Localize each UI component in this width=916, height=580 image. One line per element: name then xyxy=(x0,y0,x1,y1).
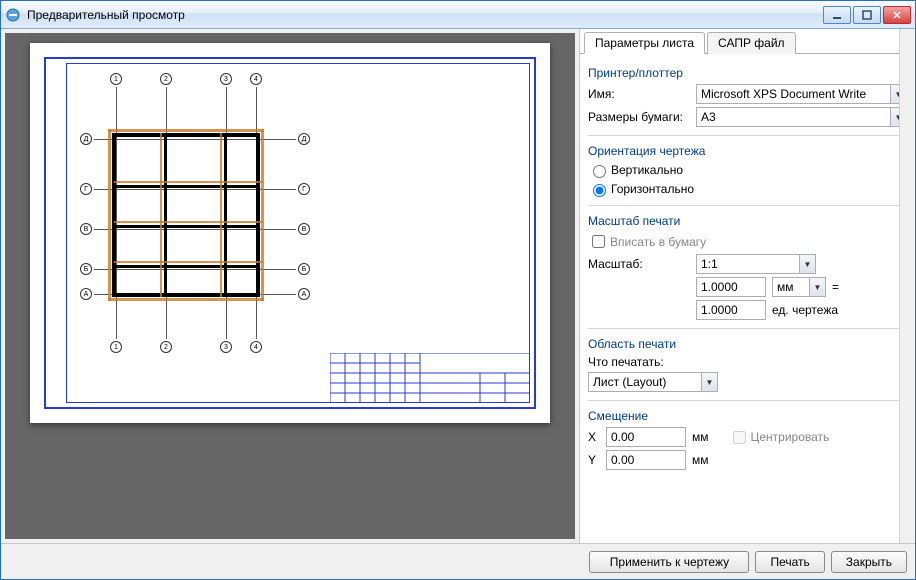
group-printer: Принтер/плоттер xyxy=(588,66,907,80)
chevron-down-icon: ▼ xyxy=(809,278,825,296)
offset-y-unit: мм xyxy=(692,453,709,467)
apply-button[interactable]: Применить к чертежу xyxy=(589,551,749,573)
tab-cad-file[interactable]: САПР файл xyxy=(707,32,796,54)
titlebar[interactable]: Предварительный просмотр xyxy=(1,1,915,29)
center-label: Центрировать xyxy=(751,430,830,444)
tab-strip: Параметры листа САПР файл xyxy=(580,31,915,54)
what-to-print-label: Что печатать: xyxy=(588,355,664,369)
footer: Применить к чертежу Печать Закрыть xyxy=(1,543,915,579)
side-panel: Параметры листа САПР файл Принтер/плотте… xyxy=(579,29,915,543)
chevron-down-icon: ▼ xyxy=(799,255,815,273)
tab-body: Принтер/плоттер Имя: Microsoft XPS Docum… xyxy=(580,54,915,543)
orientation-landscape-radio[interactable] xyxy=(593,184,606,197)
print-button[interactable]: Печать xyxy=(755,551,824,573)
preview-background: 1 2 3 4 1 2 3 4 Д Г В xyxy=(5,33,575,539)
group-orientation: Ориентация чертежа xyxy=(588,144,907,158)
printer-name-combo[interactable]: Microsoft XPS Document Write ▼ xyxy=(696,84,907,104)
orientation-portrait-label: Вертикально xyxy=(611,163,683,177)
scrollbar[interactable] xyxy=(899,29,915,543)
preview-pane: 1 2 3 4 1 2 3 4 Д Г В xyxy=(1,29,579,543)
minimize-button[interactable] xyxy=(823,6,851,24)
maximize-button[interactable] xyxy=(853,6,881,24)
fit-to-paper-label: Вписать в бумагу xyxy=(610,235,706,249)
orientation-landscape-label: Горизонтально xyxy=(611,182,694,196)
chevron-down-icon: ▼ xyxy=(701,373,717,391)
window-title: Предварительный просмотр xyxy=(27,8,823,22)
offset-x-unit: мм xyxy=(692,430,709,444)
close-dialog-button[interactable]: Закрыть xyxy=(831,551,907,573)
scale-unit-combo[interactable]: мм ▼ xyxy=(772,277,826,297)
tab-sheet-params[interactable]: Параметры листа xyxy=(584,32,705,54)
close-button[interactable] xyxy=(883,6,911,24)
offset-y-input[interactable]: 0.00 xyxy=(606,450,686,470)
paper-size-combo[interactable]: A3 ▼ xyxy=(696,107,907,127)
orientation-portrait-radio[interactable] xyxy=(593,165,606,178)
group-print-area: Область печати xyxy=(588,337,907,351)
center-check[interactable] xyxy=(733,431,746,444)
scale-combo[interactable]: 1:1 ▼ xyxy=(696,254,816,274)
scale-numer-input[interactable]: 1.0000 xyxy=(696,277,766,297)
scale-eq: = xyxy=(832,280,839,294)
offset-x-label: X xyxy=(588,430,606,444)
group-offset: Смещение xyxy=(588,409,907,423)
print-preview-window: Предварительный просмотр xyxy=(0,0,916,580)
scale-denom-input[interactable]: 1.0000 xyxy=(696,300,766,320)
print-area-combo[interactable]: Лист (Layout) ▼ xyxy=(588,372,718,392)
preview-sheet[interactable]: 1 2 3 4 1 2 3 4 Д Г В xyxy=(30,43,550,423)
app-icon xyxy=(5,7,21,23)
offset-y-label: Y xyxy=(588,453,606,467)
scale-dwg-unit: ед. чертежа xyxy=(772,303,838,317)
fit-to-paper-check[interactable] xyxy=(592,235,605,248)
scale-label: Масштаб: xyxy=(588,257,696,271)
title-block xyxy=(330,353,530,403)
floor-plan: 1 2 3 4 1 2 3 4 Д Г В xyxy=(80,73,310,353)
offset-x-input[interactable]: 0.00 xyxy=(606,427,686,447)
paper-size-label: Размеры бумаги: xyxy=(588,110,696,124)
group-print-scale: Масштаб печати xyxy=(588,214,907,228)
printer-name-label: Имя: xyxy=(588,87,696,101)
